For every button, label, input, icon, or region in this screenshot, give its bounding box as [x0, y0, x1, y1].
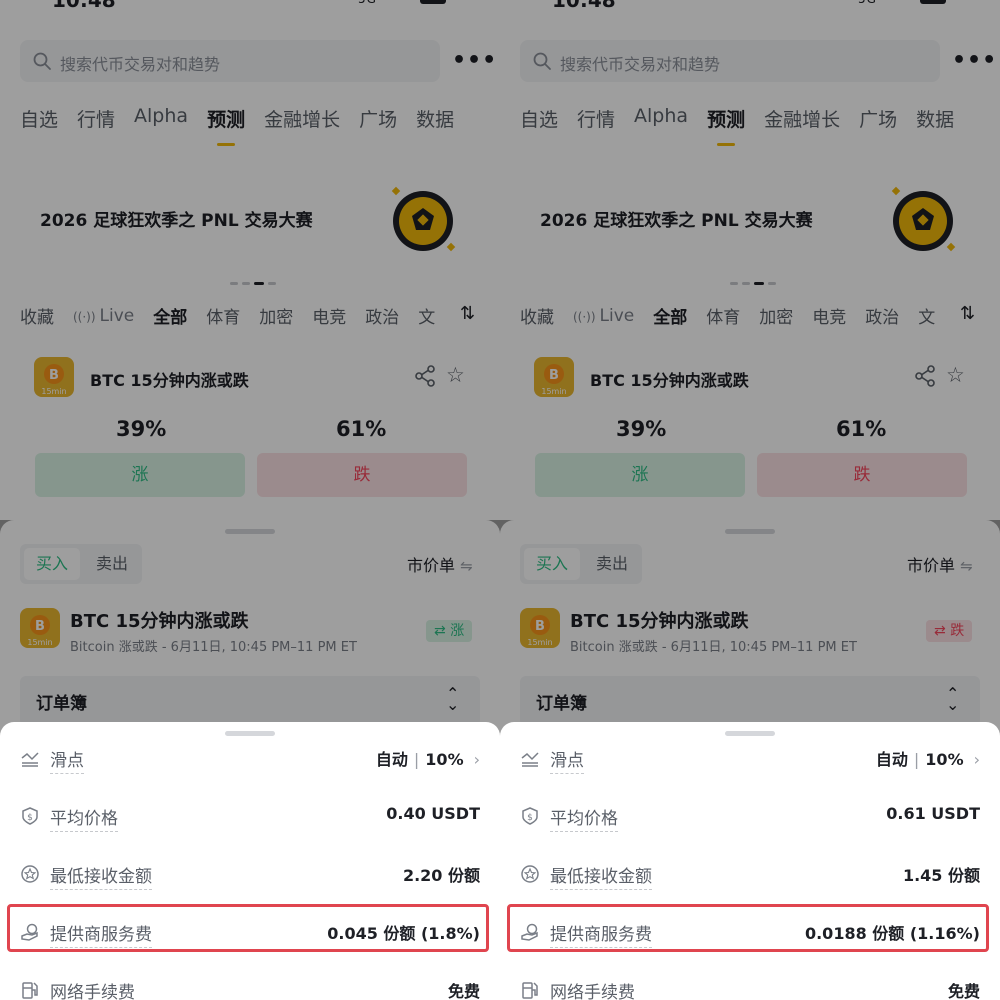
slippage-row[interactable]: 滑点 自动 | 10% › [520, 744, 980, 774]
chevron-right-icon: › [473, 750, 480, 769]
avg-price-row: $ 平均价格 0.40 USDT [20, 802, 480, 832]
avg-price-value: 0.61 USDT [886, 804, 980, 823]
svg-text:$: $ [27, 813, 33, 823]
avg-price-label: 平均价格 [550, 804, 618, 832]
details-sheet: 滑点 自动 | 10% › $ 平均价格 0.61 USDT 最低接收金额 1.45 … [500, 722, 1000, 1000]
avg-price-row: $ 平均价格 0.61 USDT [520, 802, 980, 832]
network-fee-label: 网络手续费 [550, 978, 635, 1000]
badge-star-icon [521, 865, 539, 883]
highlight-box [507, 904, 989, 952]
network-fee-value: 免费 [947, 982, 980, 1000]
slippage-row[interactable]: 滑点 自动 | 10% › [20, 744, 480, 774]
price-tag-icon: $ [22, 807, 38, 825]
price-tag-icon: $ [522, 807, 538, 825]
network-fee-label: 网络手续费 [50, 978, 135, 1000]
network-fee-value: 免费 [447, 982, 480, 1000]
slippage-value: 自动 | 10% › [875, 750, 980, 769]
gas-pump-icon [22, 982, 38, 999]
slippage-icon [521, 752, 539, 767]
min-receive-label: 最低接收金额 [550, 862, 652, 890]
slippage-icon [21, 752, 39, 767]
sheet-handle[interactable] [725, 731, 775, 736]
avg-price-value: 0.40 USDT [386, 804, 480, 823]
screen-right: 10:48 5G 搜索代币交易对和趋势 ••• 自选行情Alpha预测金融增长广… [500, 0, 1000, 1000]
slippage-percent: 10% [425, 750, 464, 769]
slippage-mode: 自动 [875, 750, 908, 769]
min-receive-label: 最低接收金额 [50, 862, 152, 890]
slippage-label: 滑点 [50, 746, 84, 774]
network-fee-row: 网络手续费 免费 [20, 976, 480, 1000]
screen-left: 10:48 5G 搜索代币交易对和趋势 ••• 自选行情Alpha预测金融增长广… [0, 0, 500, 1000]
slippage-mode: 自动 [375, 750, 408, 769]
min-receive-value: 2.20 份额 [402, 866, 480, 885]
slippage-percent: 10% [925, 750, 964, 769]
sheet-handle[interactable] [225, 731, 275, 736]
avg-price-label: 平均价格 [50, 804, 118, 832]
slippage-label: 滑点 [550, 746, 584, 774]
chevron-right-icon: › [973, 750, 980, 769]
details-sheet: 滑点 自动 | 10% › $ 平均价格 0.40 USDT 最低接收金额 2.20 … [0, 722, 500, 1000]
gas-pump-icon [522, 982, 538, 999]
min-receive-value: 1.45 份额 [902, 866, 980, 885]
badge-star-icon [21, 865, 39, 883]
svg-text:$: $ [527, 813, 533, 823]
slippage-value: 自动 | 10% › [375, 750, 480, 769]
min-receive-row: 最低接收金额 2.20 份额 [20, 860, 480, 890]
network-fee-row: 网络手续费 免费 [520, 976, 980, 1000]
highlight-box [7, 904, 489, 952]
min-receive-row: 最低接收金额 1.45 份额 [520, 860, 980, 890]
